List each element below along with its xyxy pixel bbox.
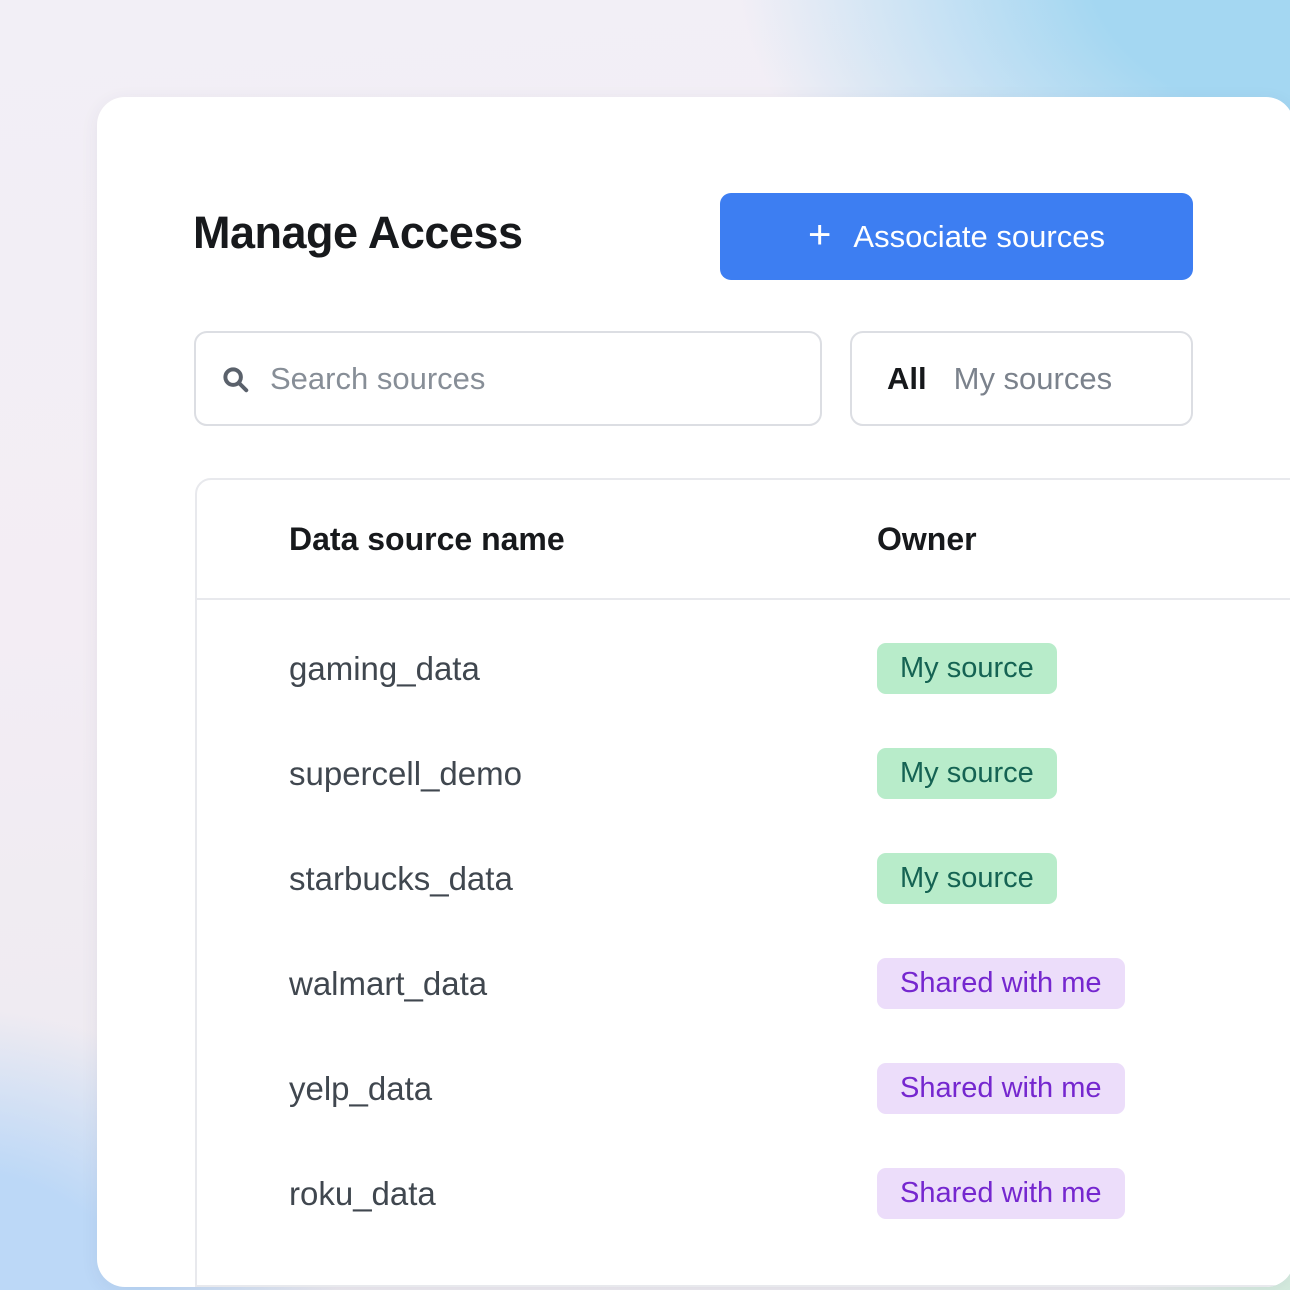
owner-badge: Shared with me	[877, 958, 1125, 1009]
owner-badge: My source	[877, 853, 1057, 904]
table-header-row: Data source name Owner	[197, 480, 1290, 600]
data-source-name: supercell_demo	[289, 755, 877, 793]
search-sources-box[interactable]	[194, 331, 822, 426]
table-row[interactable]: supercell_demo My source	[197, 721, 1290, 826]
column-header-data-source-name: Data source name	[289, 521, 877, 558]
owner-badge: My source	[877, 748, 1057, 799]
table-body: gaming_data My source supercell_demo My …	[197, 600, 1290, 1246]
table-row[interactable]: walmart_data Shared with me	[197, 931, 1290, 1036]
search-input[interactable]	[268, 360, 796, 398]
associate-sources-button[interactable]: + Associate sources	[720, 193, 1193, 280]
data-source-name: walmart_data	[289, 965, 877, 1003]
data-source-name: yelp_data	[289, 1070, 877, 1108]
data-source-name: gaming_data	[289, 650, 877, 688]
data-source-name: roku_data	[289, 1175, 877, 1213]
table-row[interactable]: roku_data Shared with me	[197, 1141, 1290, 1246]
search-icon	[220, 364, 250, 394]
column-header-owner: Owner	[877, 521, 1290, 558]
page-title: Manage Access	[193, 207, 523, 259]
plus-icon: +	[808, 215, 831, 255]
filter-option-all[interactable]: All	[887, 361, 927, 397]
filter-option-my-sources[interactable]: My sources	[954, 361, 1112, 397]
page-background: Manage Access + Associate sources All My…	[0, 0, 1290, 1290]
owner-filter-toggle: All My sources	[850, 331, 1193, 426]
owner-badge: Shared with me	[877, 1168, 1125, 1219]
data-source-name: starbucks_data	[289, 860, 877, 898]
table-row[interactable]: starbucks_data My source	[197, 826, 1290, 931]
manage-access-panel: Manage Access + Associate sources All My…	[97, 97, 1290, 1287]
owner-badge: My source	[877, 643, 1057, 694]
owner-badge: Shared with me	[877, 1063, 1125, 1114]
associate-sources-label: Associate sources	[853, 219, 1105, 255]
sources-table: Data source name Owner gaming_data My so…	[195, 478, 1290, 1287]
table-row[interactable]: yelp_data Shared with me	[197, 1036, 1290, 1141]
table-row[interactable]: gaming_data My source	[197, 616, 1290, 721]
